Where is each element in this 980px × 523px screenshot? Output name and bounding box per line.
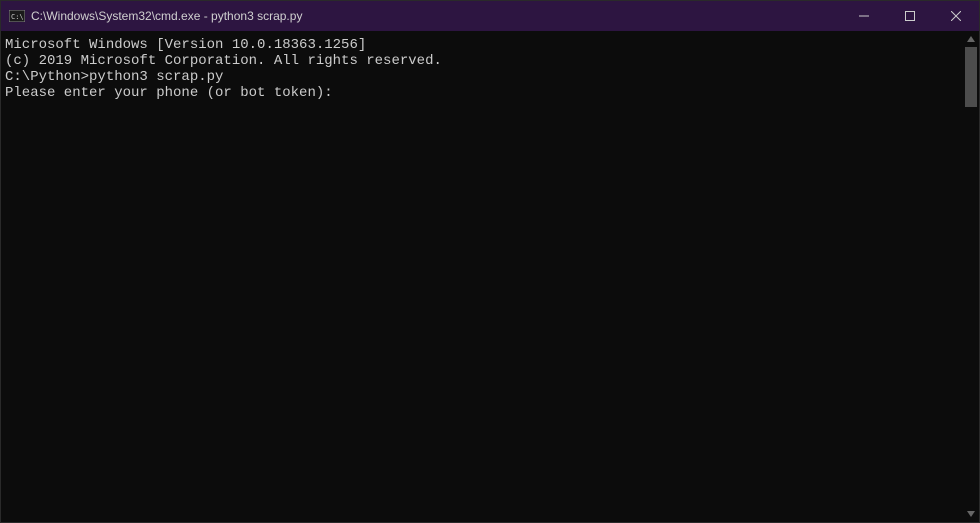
- maximize-button[interactable]: [887, 1, 933, 31]
- terminal-prompt-line: C:\Python>python3 scrap.py: [5, 69, 959, 85]
- minimize-button[interactable]: [841, 1, 887, 31]
- terminal-line: Microsoft Windows [Version 10.0.18363.12…: [5, 37, 959, 53]
- svg-text:C:\: C:\: [11, 13, 24, 21]
- terminal-body: Microsoft Windows [Version 10.0.18363.12…: [1, 31, 979, 522]
- close-button[interactable]: [933, 1, 979, 31]
- window-title: C:\Windows\System32\cmd.exe - python3 sc…: [31, 9, 841, 23]
- scroll-thumb[interactable]: [965, 47, 977, 107]
- window-controls: [841, 1, 979, 31]
- terminal-line: (c) 2019 Microsoft Corporation. All righ…: [5, 53, 959, 69]
- terminal-content[interactable]: Microsoft Windows [Version 10.0.18363.12…: [1, 31, 963, 522]
- scroll-up-arrow[interactable]: [963, 31, 979, 47]
- terminal-output-line: Please enter your phone (or bot token):: [5, 85, 959, 101]
- scroll-down-arrow[interactable]: [963, 506, 979, 522]
- cmd-icon: C:\: [9, 9, 25, 23]
- prompt-path: C:\Python>: [5, 69, 89, 85]
- cmd-window: C:\ C:\Windows\System32\cmd.exe - python…: [0, 0, 980, 523]
- scrollbar[interactable]: [963, 31, 979, 522]
- scroll-track[interactable]: [963, 47, 979, 506]
- prompt-command: python3 scrap.py: [89, 69, 223, 85]
- titlebar[interactable]: C:\ C:\Windows\System32\cmd.exe - python…: [1, 1, 979, 31]
